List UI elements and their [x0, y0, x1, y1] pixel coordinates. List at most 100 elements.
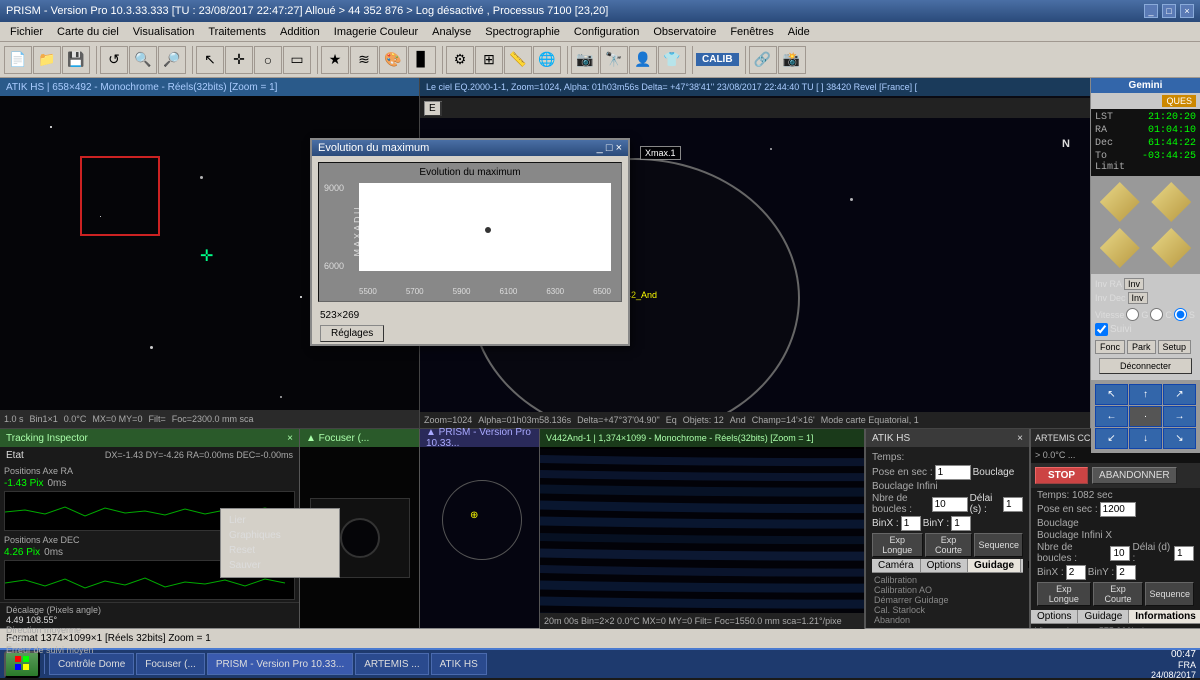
- toolbar-rotate[interactable]: ↺: [100, 46, 128, 74]
- radio-s[interactable]: [1174, 308, 1187, 321]
- toolbar-color[interactable]: 🎨: [379, 46, 407, 74]
- exp-longue-btn[interactable]: Exp Longue: [872, 533, 923, 557]
- art-exp-longue[interactable]: Exp Longue: [1037, 582, 1091, 606]
- evo-close[interactable]: ×: [616, 142, 622, 154]
- suivi-checkbox[interactable]: [1095, 323, 1108, 336]
- delta-input[interactable]: [1003, 497, 1023, 512]
- art-tab-options[interactable]: Options: [1031, 610, 1078, 623]
- toolbar-settings[interactable]: ⚙: [446, 46, 474, 74]
- radio-c[interactable]: [1150, 308, 1163, 321]
- nav-s[interactable]: ↓: [1129, 428, 1162, 449]
- evo-reglages-btn[interactable]: Réglages: [320, 325, 384, 342]
- toolbar-person[interactable]: 👤: [629, 46, 657, 74]
- menu-fenetres[interactable]: Fenêtres: [724, 25, 779, 39]
- toolbar-zoom-in[interactable]: 🔍: [129, 46, 157, 74]
- toolbar-photo[interactable]: 📸: [778, 46, 806, 74]
- toolbar-histogram[interactable]: ▊: [408, 46, 436, 74]
- menu-carte-ciel[interactable]: Carte du ciel: [51, 25, 125, 39]
- art-sequence[interactable]: Sequence: [1145, 582, 1194, 606]
- toolbar-measure[interactable]: 📏: [504, 46, 532, 74]
- toolbar-star[interactable]: ★: [321, 46, 349, 74]
- nav-e[interactable]: →: [1163, 406, 1196, 427]
- exp-courte-btn[interactable]: Exp Courte: [925, 533, 973, 557]
- nbre-input[interactable]: [932, 497, 968, 512]
- nav-n[interactable]: ↑: [1129, 384, 1162, 405]
- taskbar-artemis[interactable]: ARTEMIS ...: [355, 653, 428, 675]
- taskbar-atikhs[interactable]: ATIK HS: [431, 653, 487, 675]
- evo-minimize[interactable]: _: [597, 142, 603, 154]
- toolbar-spectrum[interactable]: ≋: [350, 46, 378, 74]
- atik-pose-input[interactable]: [935, 465, 971, 480]
- nav-sw[interactable]: ↙: [1095, 428, 1128, 449]
- atik-hs-close[interactable]: ×: [1017, 433, 1023, 444]
- setup-btn[interactable]: Setup: [1158, 340, 1192, 354]
- stop-btn[interactable]: STOP: [1035, 467, 1088, 484]
- toolbar-circle[interactable]: ○: [254, 46, 282, 74]
- art-exp-courte[interactable]: Exp Courte: [1093, 582, 1144, 606]
- toolbar-zoom-out[interactable]: 🔎: [158, 46, 186, 74]
- toolbar-camera[interactable]: 📷: [571, 46, 599, 74]
- menu-addition[interactable]: Addition: [274, 25, 326, 39]
- art-nbre-input[interactable]: [1110, 546, 1130, 561]
- menu-imagerie[interactable]: Imagerie Couleur: [328, 25, 424, 39]
- art-tab-info[interactable]: Informations: [1129, 610, 1200, 623]
- toolbar-save[interactable]: 💾: [62, 46, 90, 74]
- maximize-btn[interactable]: □: [1162, 4, 1176, 18]
- park-btn[interactable]: Park: [1127, 340, 1156, 354]
- menu-config[interactable]: Configuration: [568, 25, 645, 39]
- title-bar-controls[interactable]: _ □ ×: [1144, 4, 1194, 18]
- inv-ra-btn[interactable]: Inv: [1124, 278, 1144, 290]
- toolbar-filter[interactable]: ⊞: [475, 46, 503, 74]
- toolbar-rect[interactable]: ▭: [283, 46, 311, 74]
- toolbar-sep-7: [742, 46, 746, 74]
- evo-controls[interactable]: _ □ ×: [597, 142, 622, 154]
- art-pose-input[interactable]: [1100, 502, 1136, 517]
- popup-graphiques[interactable]: Graphiques: [225, 528, 335, 543]
- menu-observatoire[interactable]: Observatoire: [647, 25, 722, 39]
- disconnect-btn[interactable]: Déconnecter: [1099, 358, 1192, 374]
- sky-btn-east[interactable]: E: [424, 101, 441, 116]
- art-biny-input[interactable]: [1116, 565, 1136, 580]
- toolbar-cross[interactable]: ✛: [225, 46, 253, 74]
- abandon-btn[interactable]: ABANDONNER: [1092, 467, 1177, 484]
- popup-lier[interactable]: Lier: [225, 513, 335, 528]
- sequence-btn[interactable]: Sequence: [974, 533, 1023, 557]
- toolbar-connect[interactable]: 🔗: [749, 46, 777, 74]
- menu-spectro[interactable]: Spectrographie: [479, 25, 566, 39]
- art-binx-input[interactable]: [1066, 565, 1086, 580]
- menu-fichier[interactable]: Fichier: [4, 25, 49, 39]
- evo-maximize[interactable]: □: [606, 142, 613, 154]
- nav-se[interactable]: ↘: [1163, 428, 1196, 449]
- minimize-btn[interactable]: _: [1144, 4, 1158, 18]
- biny-input[interactable]: [951, 516, 971, 531]
- art-delta-input[interactable]: [1174, 546, 1194, 561]
- popup-sauver[interactable]: Sauver: [225, 558, 335, 573]
- toolbar-wcs[interactable]: 🌐: [533, 46, 561, 74]
- fonc-btn[interactable]: Fonc: [1095, 340, 1125, 354]
- menu-traitements[interactable]: Traitements: [202, 25, 272, 39]
- toolbar-arrow[interactable]: ↖: [196, 46, 224, 74]
- tab-informations[interactable]: Info: [1021, 559, 1030, 572]
- toolbar-shirt[interactable]: 👕: [658, 46, 686, 74]
- toolbar-new[interactable]: 📄: [4, 46, 32, 74]
- nav-center[interactable]: ·: [1129, 406, 1162, 427]
- radio-g[interactable]: [1126, 308, 1139, 321]
- tab-options[interactable]: Options: [921, 559, 968, 572]
- art-tab-guidage[interactable]: Guidage: [1078, 610, 1129, 623]
- ra-val: 01:04:10: [1148, 125, 1196, 136]
- toolbar-telescope[interactable]: 🔭: [600, 46, 628, 74]
- tab-guidage[interactable]: Guidage: [968, 559, 1021, 572]
- nav-w[interactable]: ←: [1095, 406, 1128, 427]
- nav-nw[interactable]: ↖: [1095, 384, 1128, 405]
- tab-camera[interactable]: Caméra: [872, 559, 921, 572]
- menu-analyse[interactable]: Analyse: [426, 25, 477, 39]
- popup-reset[interactable]: Reset: [225, 543, 335, 558]
- menu-visualisation[interactable]: Visualisation: [127, 25, 201, 39]
- close-btn[interactable]: ×: [1180, 4, 1194, 18]
- nav-ne[interactable]: ↗: [1163, 384, 1196, 405]
- menu-aide[interactable]: Aide: [782, 25, 816, 39]
- inv-dec-btn[interactable]: Inv: [1128, 292, 1148, 304]
- tracking-close[interactable]: ×: [287, 433, 293, 444]
- binx-input[interactable]: [901, 516, 921, 531]
- toolbar-open[interactable]: 📁: [33, 46, 61, 74]
